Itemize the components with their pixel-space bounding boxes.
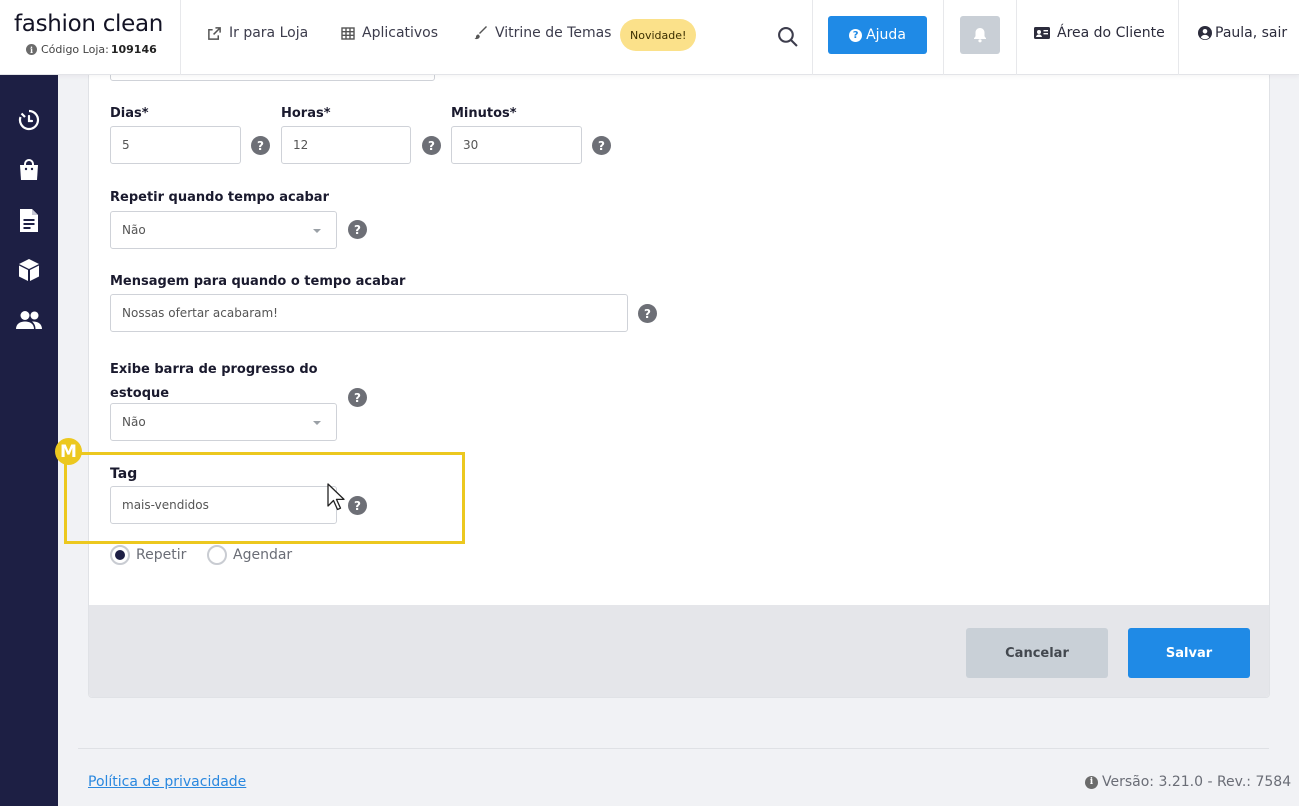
client-area-link[interactable]: Área do Cliente [1034,25,1165,41]
minutes-label: Minutos* [451,106,517,121]
apps-link-label: Aplicativos [362,25,439,41]
document-icon [20,208,38,232]
user-icon [1198,26,1212,40]
caret-down-icon [313,421,321,425]
box-icon [19,259,39,281]
minutes-help-icon[interactable]: ? [592,136,611,155]
repeat-select-value: Não [122,223,146,237]
store-code: i Código Loja: 109146 [26,43,157,56]
repeat-help-icon[interactable]: ? [348,220,367,239]
days-label: Dias* [110,106,149,121]
mouse-cursor-icon [327,483,345,511]
bell-icon [974,28,986,43]
radio-repeat-label: Repetir [136,547,187,563]
grid-icon [341,26,355,40]
store-code-value: 109146 [110,43,157,56]
save-button[interactable]: Salvar [1128,628,1250,678]
brush-icon [474,26,487,40]
progress-select[interactable]: Não [110,403,337,441]
divider [1178,0,1179,75]
cancel-button[interactable]: Cancelar [966,628,1108,678]
sidebar-item-pages[interactable] [14,205,44,235]
radio-checked-icon [110,545,130,565]
radio-repeat[interactable]: Repetir [110,545,186,565]
timer-icon [18,109,40,131]
tag-highlight-box [64,452,465,544]
client-area-label: Área do Cliente [1057,25,1165,41]
progress-label: Exibe barra de progresso do estoque [110,358,318,406]
external-link-icon [208,26,221,40]
days-help-icon[interactable]: ? [251,136,270,155]
user-logout-link[interactable]: Paula, sair [1198,25,1287,41]
store-link[interactable]: Ir para Loja [207,25,308,41]
radio-schedule[interactable]: Agendar [207,545,292,565]
id-card-icon [1034,27,1050,39]
themes-link-label: Vitrine de Temas [495,25,612,41]
apps-link[interactable]: Aplicativos [341,25,438,41]
message-input[interactable]: Nossas ofertar acabaram! [110,294,628,332]
radio-schedule-label: Agendar [233,547,293,563]
message-help-icon[interactable]: ? [638,304,657,323]
store-link-label: Ir para Loja [229,25,309,41]
info-icon: i [1085,775,1098,789]
users-icon [16,311,42,329]
question-icon: ? [849,28,863,42]
divider [812,0,813,75]
progress-select-value: Não [122,415,146,429]
sidebar-item-timer[interactable] [14,105,44,135]
shopping-bag-icon [20,159,38,180]
brand-name[interactable]: fashion clean [14,11,163,37]
sidebar-item-orders[interactable] [14,155,44,185]
info-icon: i [26,44,37,55]
sidebar-item-customers[interactable] [14,305,44,335]
sidebar [0,75,58,806]
version-text: Versão: 3.21.0 - Rev.: 7584 [1102,774,1292,790]
progress-label-line2: estoque [110,386,170,401]
radio-unchecked-icon [207,545,227,565]
store-code-label: Código Loja: [41,43,109,56]
user-logout-label: Paula, sair [1215,25,1288,41]
minutes-input[interactable]: 30 [451,126,582,164]
help-button-label: Ajuda [866,27,906,43]
footer-divider [78,748,1269,749]
repeat-select[interactable]: Não [110,211,337,249]
privacy-link[interactable]: Política de privacidade [88,774,246,790]
divider [1016,0,1017,75]
hours-label: Horas* [281,106,331,121]
help-button[interactable]: ? Ajuda [828,16,927,54]
marker-badge: M [55,438,82,465]
hours-input[interactable]: 12 [281,126,411,164]
hours-help-icon[interactable]: ? [422,136,441,155]
search-icon [777,26,798,47]
progress-help-icon[interactable]: ? [348,388,367,407]
progress-label-line1: Exibe barra de progresso do [110,362,318,377]
notifications-button[interactable] [960,16,1000,54]
divider [943,0,944,75]
version-info: i Versão: 3.21.0 - Rev.: 7584 [1085,774,1291,790]
search-button[interactable] [765,14,809,58]
new-badge: Novidade! [620,19,697,51]
top-bar: fashion clean i Código Loja: 109146 Ir p… [0,0,1299,75]
sidebar-item-products[interactable] [14,255,44,285]
message-label: Mensagem para quando o tempo acabar [110,274,406,289]
caret-down-icon [313,229,321,233]
days-input[interactable]: 5 [110,126,241,164]
brand: fashion clean i Código Loja: 109146 [0,0,181,75]
repeat-label: Repetir quando tempo acabar [110,190,329,205]
themes-link[interactable]: Vitrine de Temas [474,25,611,41]
